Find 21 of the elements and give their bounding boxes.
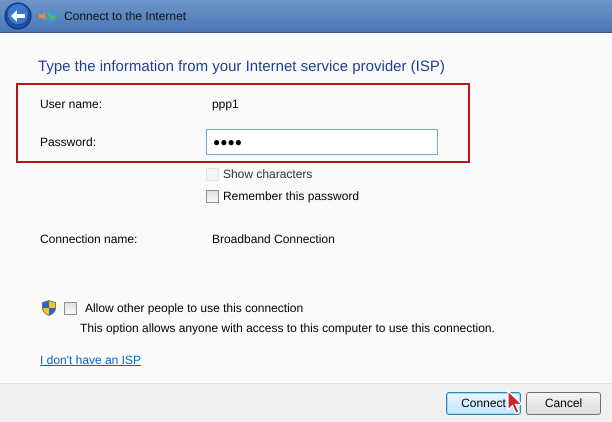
checkbox-label: Remember this password: [223, 188, 360, 205]
back-button[interactable]: [4, 2, 32, 30]
checkbox[interactable]: [206, 190, 219, 202]
user-name-value: ppp1: [212, 96, 239, 113]
option-description: This option allows anyone with access to this computer to use this connection.: [80, 320, 495, 337]
checkbox[interactable]: [64, 302, 77, 314]
no-isp-link[interactable]: I don't have an ISP: [40, 351, 142, 369]
connection-name-value: Broadband Connection: [212, 231, 335, 248]
checkbox-label: Show characters: [223, 166, 312, 183]
cursor-icon: [507, 390, 525, 416]
password-field[interactable]: ●●●●: [206, 129, 438, 155]
network-icon: [38, 8, 58, 24]
window-title: Connect to the Internet: [64, 8, 186, 25]
cancel-button[interactable]: Cancel: [526, 392, 601, 414]
checkbox-label: Allow other people to use this connection: [85, 300, 304, 317]
shield-icon: [42, 300, 56, 316]
page-heading: Type the information from your Internet service provider (ISP): [38, 58, 445, 75]
connect-button[interactable]: Connect: [446, 392, 521, 414]
field-label: User name:: [40, 96, 104, 113]
field-label: Password:: [40, 134, 98, 151]
field-label: Connection name:: [40, 231, 138, 248]
